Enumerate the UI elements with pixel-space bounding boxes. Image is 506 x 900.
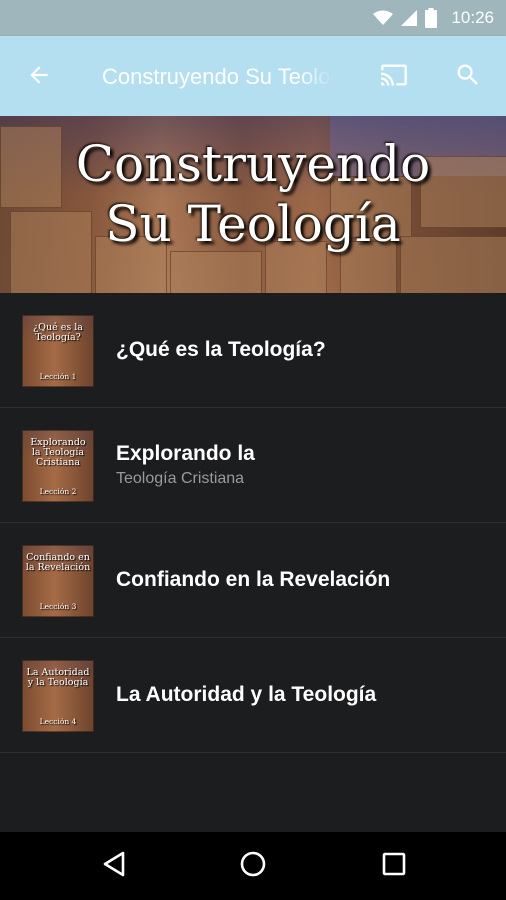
system-nav-bar bbox=[0, 832, 506, 900]
list-item-text: Explorando la Teología Cristiana bbox=[116, 408, 496, 522]
battery-icon bbox=[425, 8, 438, 28]
thumbnail-title: Explorando la Teología Cristiana bbox=[30, 437, 86, 468]
list-item[interactable]: La Autoridad y la Teología Lección 4 La … bbox=[0, 638, 506, 753]
search-icon bbox=[454, 61, 482, 93]
list-item-text: ¿Qué es la Teología? bbox=[116, 293, 496, 407]
nav-back-button[interactable] bbox=[92, 846, 136, 886]
thumbnail-lesson-number: Lección 2 bbox=[39, 487, 77, 496]
course-banner: Construyendo Su Teología bbox=[0, 116, 506, 293]
lesson-thumbnail: La Autoridad y la Teología Lección 4 bbox=[22, 660, 94, 732]
list-item[interactable]: Confiando en la Revelación Lección 3 Con… bbox=[0, 523, 506, 638]
cast-icon bbox=[378, 61, 410, 93]
lesson-title: La Autoridad y la Teología bbox=[116, 683, 377, 706]
lesson-title: Explorando la bbox=[116, 442, 255, 465]
banner-title-line2: Su Teología bbox=[105, 195, 401, 253]
list-item[interactable]: ¿Qué es la Teología? Lección 1 ¿Qué es l… bbox=[0, 293, 506, 408]
cell-signal-icon bbox=[401, 10, 418, 26]
lesson-thumbnail: Confiando en la Revelación Lección 3 bbox=[22, 545, 94, 617]
thumbnail-title: ¿Qué es la Teología? bbox=[33, 322, 83, 343]
list-item-text: La Autoridad y la Teología bbox=[116, 638, 496, 752]
back-button[interactable] bbox=[22, 60, 56, 94]
app-bar-title: Construyendo Su Teología bbox=[102, 64, 334, 89]
lesson-subtitle: Teología Cristiana bbox=[116, 470, 245, 487]
status-bar: 10:26 bbox=[0, 0, 506, 36]
back-triangle-icon bbox=[101, 850, 127, 882]
nav-recents-button[interactable] bbox=[372, 846, 416, 886]
list-item-text: Confiando en la Revelación bbox=[116, 523, 496, 637]
recents-square-icon bbox=[381, 851, 407, 881]
lesson-title: ¿Qué es la Teología? bbox=[116, 338, 326, 361]
search-button[interactable] bbox=[448, 58, 488, 96]
banner-title: Construyendo Su Teología bbox=[0, 134, 506, 254]
thumbnail-title: Confiando en la Revelación bbox=[25, 552, 91, 573]
status-time: 10:26 bbox=[451, 8, 494, 27]
list-item[interactable]: Explorando la Teología Cristiana Lección… bbox=[0, 408, 506, 523]
banner-title-line1: Construyendo bbox=[75, 135, 431, 193]
lesson-title: Confiando en la Revelación bbox=[116, 568, 391, 591]
lesson-thumbnail: Explorando la Teología Cristiana Lección… bbox=[22, 430, 94, 502]
arrow-back-icon bbox=[26, 62, 52, 92]
lesson-list: ¿Qué es la Teología? Lección 1 ¿Qué es l… bbox=[0, 293, 506, 753]
home-circle-icon bbox=[239, 850, 267, 882]
thumbnail-lesson-number: Lección 3 bbox=[39, 602, 77, 611]
cast-button[interactable] bbox=[374, 58, 414, 96]
thumbnail-lesson-number: Lección 4 bbox=[39, 717, 77, 726]
thumbnail-lesson-number: Lección 1 bbox=[39, 372, 77, 381]
wifi-icon bbox=[373, 10, 394, 26]
lesson-thumbnail: ¿Qué es la Teología? Lección 1 bbox=[22, 315, 94, 387]
app-bar: Construyendo Su Teología bbox=[0, 36, 506, 116]
thumbnail-title: La Autoridad y la Teología bbox=[26, 667, 90, 688]
nav-home-button[interactable] bbox=[231, 846, 275, 886]
